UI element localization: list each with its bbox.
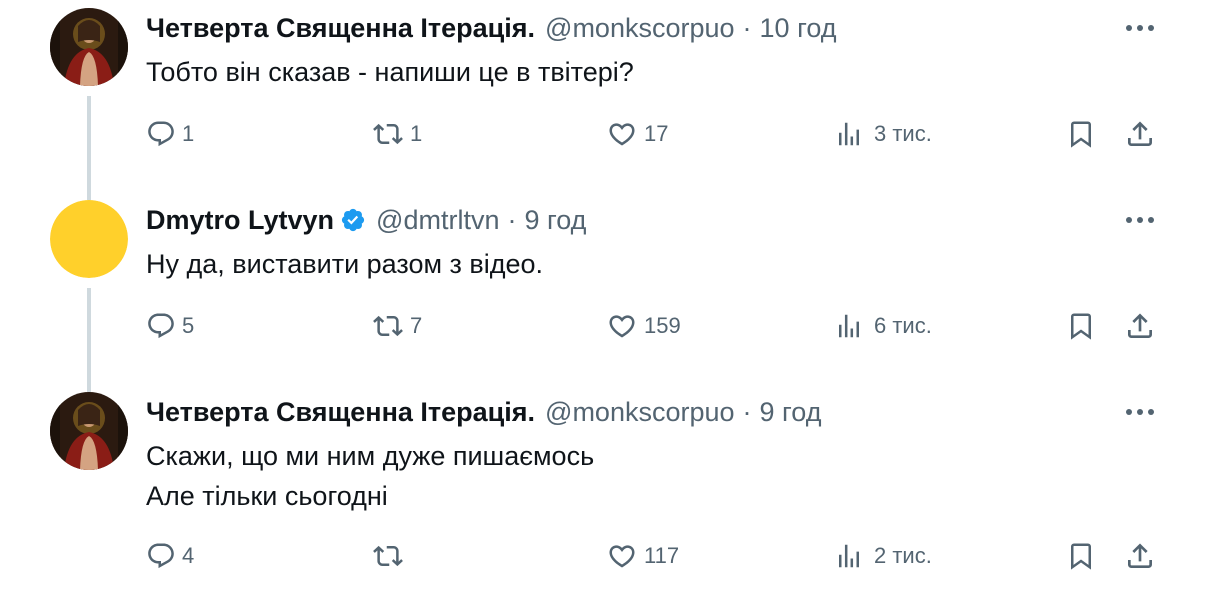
more-options-button[interactable] <box>1120 204 1160 236</box>
timestamp[interactable]: 9 год <box>760 394 822 430</box>
bookmark-icon <box>1066 310 1096 342</box>
avatar[interactable] <box>50 392 128 470</box>
avatar[interactable] <box>50 200 128 278</box>
views-count: 3 тис. <box>874 121 932 146</box>
reply-button[interactable]: 5 <box>146 306 194 346</box>
retweet-icon <box>372 541 404 571</box>
author-name[interactable]: Dmytro Lytvyn <box>146 202 334 238</box>
heart-icon <box>606 119 638 149</box>
thread-connector-line <box>87 192 91 200</box>
tweet-header: Четверта Священна Ітерація. @monkscorpuo… <box>146 394 821 430</box>
tweet-actions: 1 1 17 3 тис. <box>0 114 1222 154</box>
reply-icon <box>146 119 176 149</box>
avatar[interactable] <box>50 8 128 86</box>
tweet-actions: 4 117 2 тис. <box>0 536 1222 576</box>
tweet-text-line: Скажи, що ми ним дуже пишаємось <box>146 441 595 471</box>
author-handle[interactable]: @dmtrltvn <box>376 202 499 238</box>
more-options-button[interactable] <box>1120 396 1160 428</box>
tweet-text-line: Але тільки сьогодні <box>146 481 388 511</box>
like-count: 159 <box>644 313 681 338</box>
retweet-count: 7 <box>410 313 423 338</box>
painting-avatar-icon <box>50 392 128 470</box>
tweet-1[interactable]: Четверта Священна Ітерація. @monkscorpuo… <box>0 0 1222 192</box>
share-icon <box>1124 310 1156 342</box>
more-dots-icon <box>1126 217 1154 223</box>
more-options-button[interactable] <box>1120 12 1160 44</box>
tweet-header: Четверта Священна Ітерація. @monkscorpuo… <box>146 10 837 46</box>
author-handle[interactable]: @monkscorpuo <box>545 394 735 430</box>
reply-icon <box>146 311 176 341</box>
share-icon <box>1124 118 1156 150</box>
reply-icon <box>146 541 176 571</box>
tweet-text: Ну да, виставити разом з відео. <box>146 244 543 284</box>
reply-button[interactable]: 1 <box>146 114 194 154</box>
tweet-2[interactable]: Dmytro Lytvyn @dmtrltvn · 9 год Ну да, в… <box>0 192 1222 384</box>
heart-icon <box>606 311 638 341</box>
reply-count: 1 <box>182 121 195 146</box>
share-button[interactable] <box>1124 114 1156 154</box>
yellow-circle-avatar-icon <box>50 200 128 278</box>
tweet-text: Скажи, що ми ним дуже пишаємось Але тіль… <box>146 436 594 516</box>
painting-avatar-icon <box>50 8 128 86</box>
bookmark-icon <box>1066 118 1096 150</box>
views-button[interactable]: 6 тис. <box>834 306 932 346</box>
tweet-text-line: Тобто він сказав - напиши це в твітері? <box>146 57 634 87</box>
author-handle[interactable]: @monkscorpuo <box>545 10 735 46</box>
share-button[interactable] <box>1124 306 1156 346</box>
share-button[interactable] <box>1124 536 1156 576</box>
views-count: 6 тис. <box>874 313 932 338</box>
like-button[interactable]: 17 <box>606 114 668 154</box>
tweet-text-line: Ну да, виставити разом з відео. <box>146 249 544 279</box>
bookmark-button[interactable] <box>1066 536 1096 576</box>
more-dots-icon <box>1126 409 1154 415</box>
dot-separator: · <box>507 205 517 235</box>
bookmark-button[interactable] <box>1066 306 1096 346</box>
views-count: 2 тис. <box>874 543 932 568</box>
reply-button[interactable]: 4 <box>146 536 194 576</box>
analytics-icon <box>834 311 864 341</box>
like-count: 117 <box>644 543 680 568</box>
timestamp[interactable]: 10 год <box>760 10 837 46</box>
retweet-count: 1 <box>410 121 423 146</box>
conversation-thread: Четверта Священна Ітерація. @monkscorpuo… <box>0 0 1222 600</box>
tweet-header: Dmytro Lytvyn @dmtrltvn · 9 год <box>146 202 586 238</box>
retweet-icon <box>372 119 404 149</box>
retweet-button[interactable]: 7 <box>372 306 422 346</box>
like-button[interactable]: 117 <box>606 536 679 576</box>
reply-count: 5 <box>182 313 195 338</box>
retweet-icon <box>372 311 404 341</box>
verified-badge-icon <box>340 207 366 233</box>
share-icon <box>1124 540 1156 572</box>
reply-count: 4 <box>182 543 195 568</box>
views-button[interactable]: 2 тис. <box>834 536 932 576</box>
thread-connector-line <box>87 384 91 392</box>
retweet-button[interactable]: 1 <box>372 114 422 154</box>
like-count: 17 <box>644 121 669 146</box>
tweet-3[interactable]: Четверта Священна Ітерація. @monkscorpuo… <box>0 384 1222 600</box>
analytics-icon <box>834 119 864 149</box>
views-button[interactable]: 3 тис. <box>834 114 932 154</box>
timestamp[interactable]: 9 год <box>524 202 586 238</box>
author-name[interactable]: Четверта Священна Ітерація. <box>146 10 535 46</box>
dot-separator: · <box>742 13 752 43</box>
author-name[interactable]: Четверта Священна Ітерація. <box>146 394 535 430</box>
heart-icon <box>606 541 638 571</box>
tweet-text: Тобто він сказав - напиши це в твітері? <box>146 52 634 92</box>
dot-separator: · <box>742 397 752 427</box>
retweet-button[interactable] <box>372 536 410 576</box>
bookmark-icon <box>1066 540 1096 572</box>
bookmark-button[interactable] <box>1066 114 1096 154</box>
analytics-icon <box>834 541 864 571</box>
tweet-actions: 5 7 159 6 тис. <box>0 306 1222 346</box>
like-button[interactable]: 159 <box>606 306 681 346</box>
more-dots-icon <box>1126 25 1154 31</box>
